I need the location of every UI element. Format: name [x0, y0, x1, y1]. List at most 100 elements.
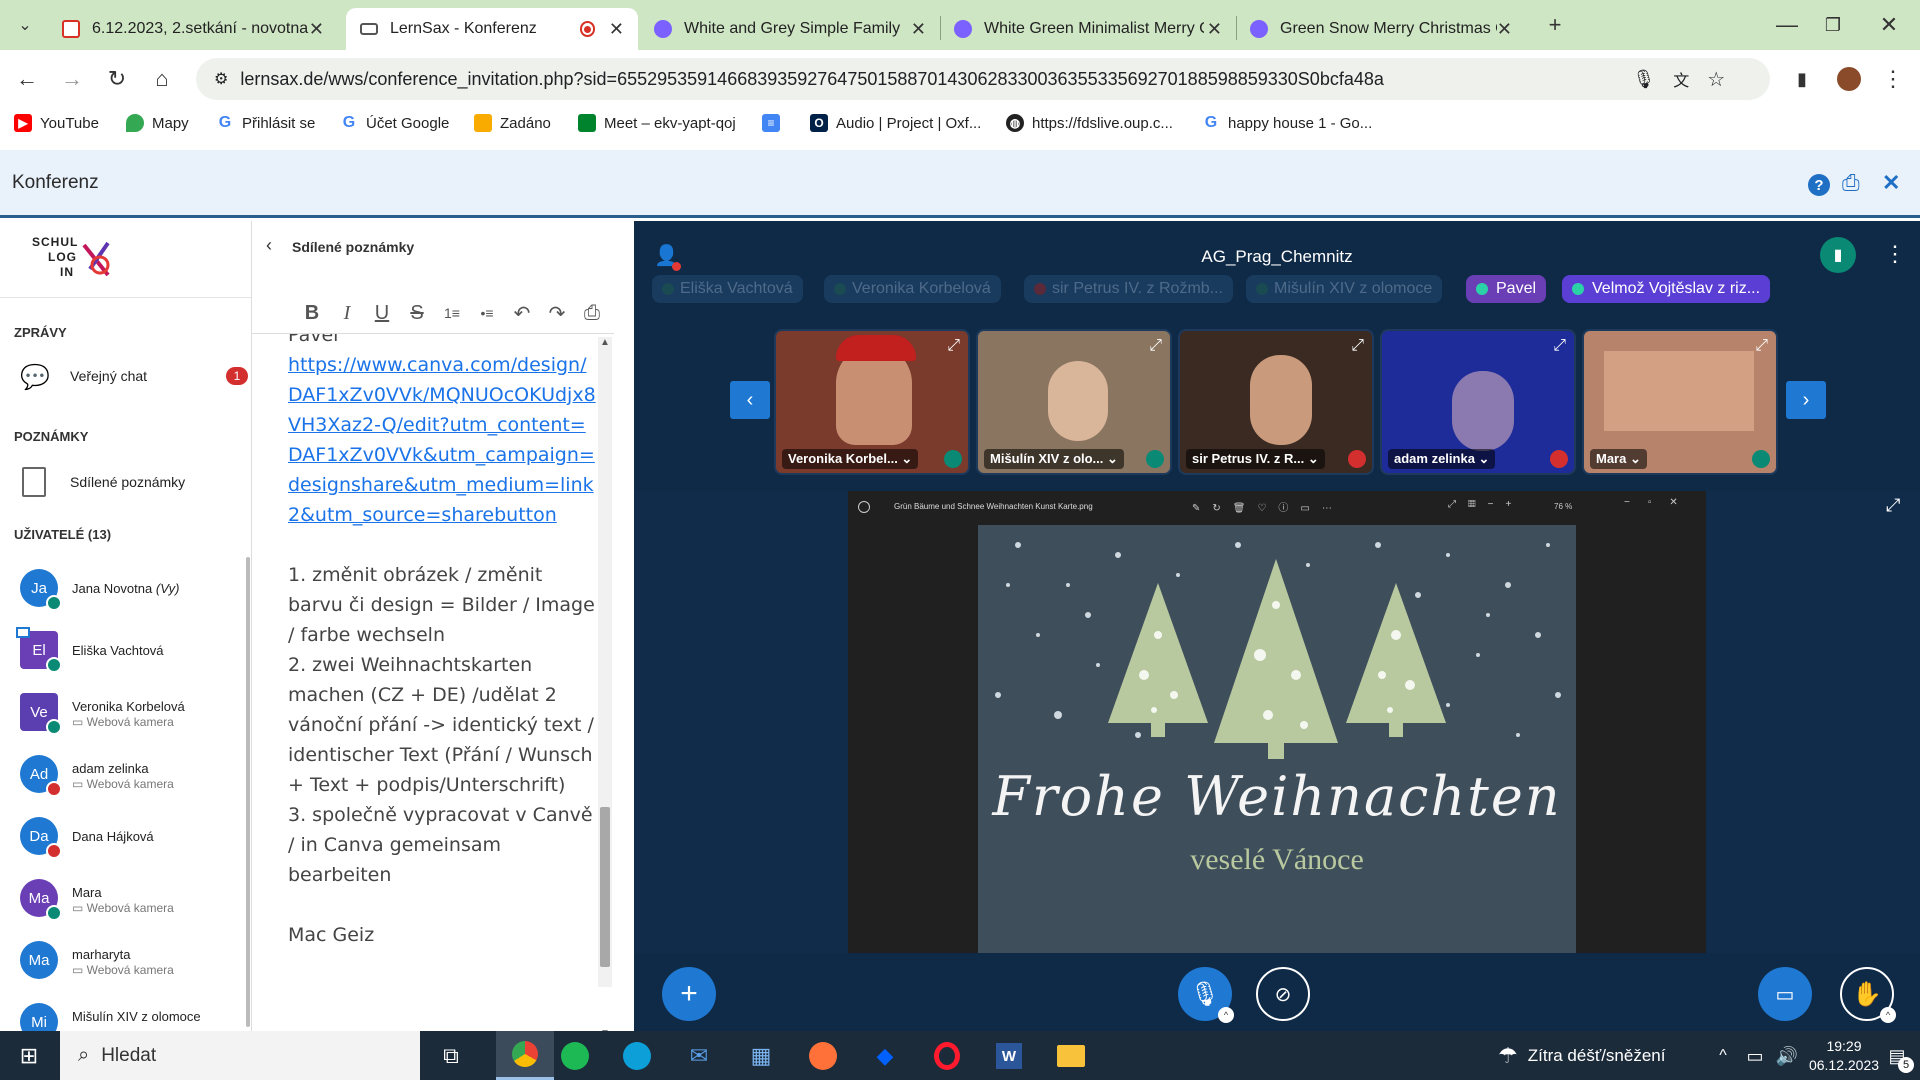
tab-lernsax[interactable]: LernSax - Konferenz ✕: [346, 8, 638, 50]
profile-avatar[interactable]: [1832, 62, 1866, 96]
bookmark-ucet-google[interactable]: G Účet Google: [340, 114, 450, 132]
bookmark-fdslive[interactable]: ◍ https://fdslive.oup.c...: [1006, 114, 1173, 132]
participant-name[interactable]: Veronika Korbel... ⌄: [782, 449, 919, 469]
undo-button[interactable]: ↶: [508, 299, 536, 327]
bookmark-youtube[interactable]: ▶ YouTube: [14, 114, 99, 132]
clock[interactable]: 19:29 06.12.2023: [1808, 1037, 1880, 1075]
camera-off-button[interactable]: ⊘: [1256, 967, 1310, 1021]
user-item[interactable]: Da Dana Hájková: [20, 817, 240, 867]
store-icon[interactable]: ▦: [744, 1039, 778, 1073]
user-item[interactable]: El Eliška Vachtová: [16, 627, 240, 681]
user-item[interactable]: Ad adam zelinka ▭ Webová kamera: [20, 755, 240, 805]
tab-gmail[interactable]: 6.12.2023, 2.setkání - novotna.ja ✕: [48, 8, 338, 50]
connection-status-icon[interactable]: ▮: [1820, 237, 1856, 273]
fullscreen-icon[interactable]: ⤢: [1553, 337, 1566, 355]
close-icon[interactable]: ✕: [309, 19, 324, 40]
minimize-button[interactable]: —: [1770, 8, 1804, 42]
close-icon[interactable]: ✕: [1207, 19, 1222, 40]
hand-options-icon[interactable]: ^: [1880, 1007, 1896, 1023]
talker-chip[interactable]: Eliška Vachtová: [652, 275, 803, 303]
fullscreen-icon[interactable]: ⤢: [1755, 337, 1768, 355]
user-item[interactable]: Ma Mara ▭ Webová kamera: [20, 879, 240, 929]
italic-button[interactable]: I: [333, 299, 361, 327]
microphone-icon[interactable]: 🎙: [1632, 69, 1655, 90]
fullscreen-icon[interactable]: ⤢: [1149, 337, 1162, 355]
talker-chip[interactable]: Veronika Korbelová: [824, 275, 1001, 303]
forward-button[interactable]: →: [55, 62, 89, 96]
video-tile[interactable]: ⤢ adam zelinka ⌄: [1380, 329, 1576, 475]
talker-chip-active[interactable]: Velmož Vojtěslav z riz...: [1562, 275, 1771, 303]
bookmark-docs[interactable]: ≡: [762, 114, 788, 132]
talker-chip[interactable]: sir Petrus IV. z Rožmb...: [1024, 275, 1234, 303]
task-view-icon[interactable]: ⧉: [434, 1039, 468, 1073]
fullscreen-icon[interactable]: ⤢: [947, 337, 960, 355]
actions-plus-button[interactable]: +: [662, 967, 716, 1021]
screen-share-button[interactable]: ▭: [1758, 967, 1812, 1021]
browser-menu-icon[interactable]: ⋮: [1876, 62, 1910, 96]
notes-editor[interactable]: Pavel https://www.canva.com/design/DAF1x…: [252, 334, 614, 1031]
scroll-thumb[interactable]: [600, 807, 610, 967]
spotify-icon[interactable]: [558, 1039, 592, 1073]
back-button[interactable]: ←: [10, 62, 44, 96]
user-item[interactable]: Ve Veronika Korbelová ▭ Webová kamera: [20, 693, 240, 743]
bookmark-meet[interactable]: Meet – ekv-yapt-qoj: [578, 114, 736, 132]
side-panel-icon[interactable]: ▮: [1785, 62, 1819, 96]
participant-name[interactable]: adam zelinka ⌄: [1388, 449, 1496, 469]
video-tile[interactable]: ⤢ sir Petrus IV. z R... ⌄: [1178, 329, 1374, 475]
microphone-options-icon[interactable]: ^: [1218, 1007, 1234, 1023]
participant-name[interactable]: Mišulín XIV z olo... ⌄: [984, 449, 1124, 469]
close-window-button[interactable]: ✕: [1872, 8, 1906, 42]
volume-icon[interactable]: 🔊: [1770, 1039, 1804, 1073]
tab-canva-1[interactable]: White and Grey Simple Family C ✕: [640, 8, 940, 50]
start-button[interactable]: ⊞: [12, 1039, 46, 1073]
translate-icon[interactable]: 文: [1673, 67, 1689, 91]
dropbox-icon[interactable]: ◆: [868, 1039, 902, 1073]
close-icon[interactable]: ✕: [1882, 170, 1900, 196]
word-icon[interactable]: W: [992, 1039, 1026, 1073]
user-item[interactable]: Mi Mišulín XIV z olomoce: [20, 1003, 240, 1031]
more-options-icon[interactable]: ⋮: [1884, 241, 1906, 267]
canva-link[interactable]: https://www.canva.com/design/DAF1xZv0VVk…: [288, 350, 598, 530]
participant-name[interactable]: Mara ⌄: [1590, 449, 1647, 469]
close-icon[interactable]: ✕: [609, 19, 624, 40]
new-tab-button[interactable]: +: [1538, 8, 1572, 42]
export-button[interactable]: ⎙: [578, 299, 606, 327]
notes-scrollbar[interactable]: ▲ ▼: [598, 337, 612, 1031]
tab-canva-2[interactable]: White Green Minimalist Merry C ✕: [940, 8, 1236, 50]
file-explorer-icon[interactable]: [1054, 1039, 1088, 1073]
tray-expand-icon[interactable]: ^: [1706, 1039, 1740, 1073]
fullscreen-icon[interactable]: ⤢: [1351, 337, 1364, 355]
firefox-icon[interactable]: [806, 1039, 840, 1073]
opera-icon[interactable]: [930, 1039, 964, 1073]
close-icon[interactable]: ✕: [911, 19, 926, 40]
bookmark-mapy[interactable]: Mapy: [126, 114, 189, 132]
bookmark-happy-house[interactable]: Ghappy house 1 - Go...: [1202, 114, 1373, 132]
restore-button[interactable]: ❐: [1816, 8, 1850, 42]
weather-widget[interactable]: ☂ Zítra déšť/sněžení: [1498, 1043, 1665, 1069]
reload-button[interactable]: ↻: [100, 62, 134, 96]
print-icon[interactable]: ⎙: [1842, 170, 1860, 196]
previous-page-button[interactable]: ‹: [730, 381, 770, 419]
tab-canva-3[interactable]: Green Snow Merry Christmas C ✕: [1236, 8, 1526, 50]
bullet-list-button[interactable]: •≡: [473, 299, 501, 327]
public-chat-item[interactable]: 💬 Veřejný chat 1: [0, 351, 251, 401]
notes-back-button[interactable]: ‹: [266, 235, 272, 256]
ordered-list-button[interactable]: 1≡: [438, 299, 466, 327]
network-icon[interactable]: ▭: [1738, 1039, 1772, 1073]
video-tile[interactable]: ⤢ Mišulín XIV z olo... ⌄: [976, 329, 1172, 475]
user-item[interactable]: Ja Jana Novotna (Vy): [20, 569, 240, 619]
bold-button[interactable]: B: [298, 299, 326, 327]
shared-notes-item[interactable]: Sdílené poznámky: [0, 457, 251, 507]
chrome-icon[interactable]: [496, 1031, 554, 1080]
tab-search-button[interactable]: ⌄: [8, 8, 42, 42]
video-tile[interactable]: ⤢ Mara ⌄: [1582, 329, 1778, 475]
user-item[interactable]: Ma marharyta ▭ Webová kamera: [20, 941, 240, 991]
sidebar-scrollbar[interactable]: [246, 557, 250, 1027]
next-page-button[interactable]: ›: [1786, 381, 1826, 419]
edge-icon[interactable]: [620, 1039, 654, 1073]
help-icon[interactable]: ?: [1808, 174, 1830, 196]
participant-name[interactable]: sir Petrus IV. z R... ⌄: [1186, 449, 1325, 469]
bookmark-prihlasit[interactable]: G Přihlásit se: [216, 114, 316, 132]
mail-icon[interactable]: ✉: [682, 1039, 716, 1073]
talker-chip[interactable]: Mišulín XIV z olomoce: [1246, 275, 1443, 303]
